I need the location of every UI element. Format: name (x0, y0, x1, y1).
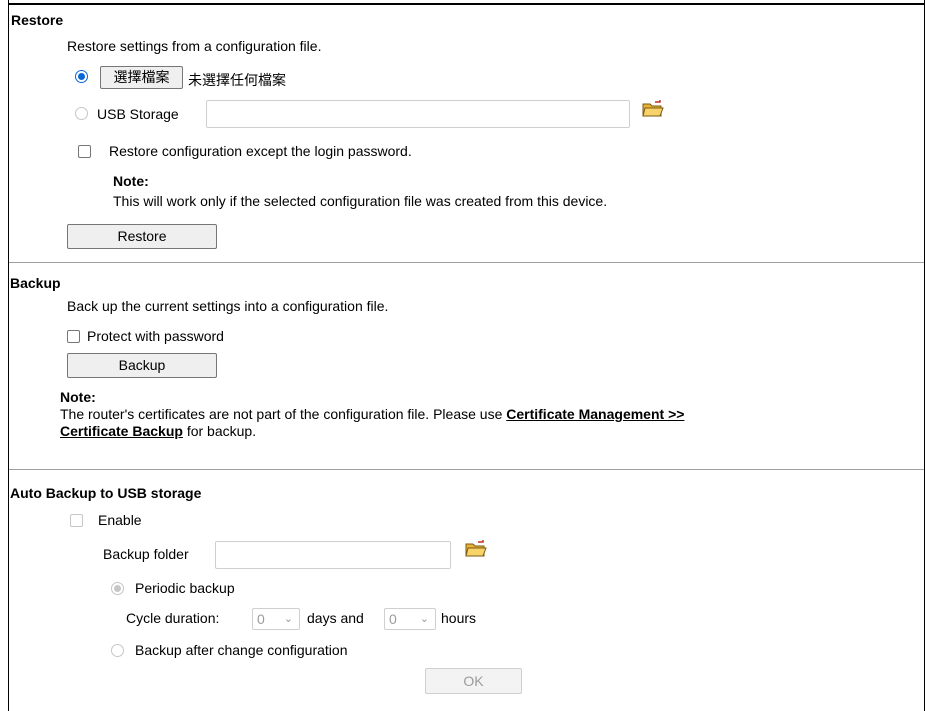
hours-text: hours (441, 610, 477, 626)
top-border (8, 3, 925, 5)
chevron-down-icon: ⌄ (419, 613, 429, 625)
section-divider (9, 262, 924, 263)
restore-from-usb-radio[interactable] (75, 107, 88, 120)
folder-browse-icon[interactable] (641, 99, 665, 119)
backup-heading: Backup (10, 275, 61, 291)
chevron-down-icon: ⌄ (283, 613, 293, 625)
backup-button[interactable]: Backup (67, 353, 217, 378)
backup-folder-label: Backup folder (103, 546, 189, 562)
restore-except-password-label: Restore configuration except the login p… (109, 143, 412, 159)
certificate-management-link[interactable]: Certificate Management >> (506, 406, 684, 422)
periodic-backup-label: Periodic backup (135, 580, 235, 596)
usb-storage-label: USB Storage (97, 106, 179, 122)
auto-backup-enable-checkbox[interactable] (70, 514, 83, 527)
restore-note-title: Note: (113, 173, 149, 189)
days-select[interactable]: 0 ⌄ (252, 608, 300, 630)
hours-select[interactable]: 0 ⌄ (384, 608, 436, 630)
days-select-value: 0 (257, 611, 265, 627)
restore-note-text: This will work only if the selected conf… (113, 193, 608, 209)
section-divider (9, 469, 924, 470)
ok-button[interactable]: OK (425, 668, 522, 694)
folder-browse-icon[interactable] (464, 539, 488, 559)
cycle-duration-label: Cycle duration: (126, 610, 220, 626)
usb-storage-input[interactable] (206, 100, 630, 128)
backup-after-change-label: Backup after change configuration (135, 642, 348, 658)
certificate-backup-link[interactable]: Certificate Backup (60, 423, 183, 439)
no-file-chosen-text: 未選擇任何檔案 (188, 72, 286, 88)
backup-note-text: The router's certificates are not part o… (60, 406, 507, 422)
backup-note-line1: The router's certificates are not part o… (60, 406, 684, 422)
hours-select-value: 0 (389, 611, 397, 627)
restore-heading: Restore (11, 12, 64, 28)
protect-with-password-label: Protect with password (87, 328, 224, 344)
backup-after-change-radio[interactable] (111, 644, 124, 657)
backup-note-line2: Certificate Backup for backup. (60, 423, 256, 439)
restore-except-password-checkbox[interactable] (78, 145, 91, 158)
restore-description: Restore settings from a configuration fi… (67, 38, 322, 54)
protect-with-password-checkbox[interactable] (67, 330, 80, 343)
choose-file-button[interactable]: 選擇檔案 (100, 66, 183, 89)
backup-note-suffix: for backup. (182, 423, 257, 439)
auto-backup-enable-label: Enable (98, 512, 142, 528)
backup-description: Back up the current settings into a conf… (67, 298, 389, 314)
auto-backup-heading: Auto Backup to USB storage (10, 485, 202, 501)
backup-folder-input[interactable] (215, 541, 451, 569)
days-text: days and (307, 610, 364, 626)
periodic-backup-radio[interactable] (111, 582, 124, 595)
restore-from-file-radio[interactable] (75, 70, 88, 83)
backup-note-title: Note: (60, 389, 96, 405)
restore-button[interactable]: Restore (67, 224, 217, 249)
